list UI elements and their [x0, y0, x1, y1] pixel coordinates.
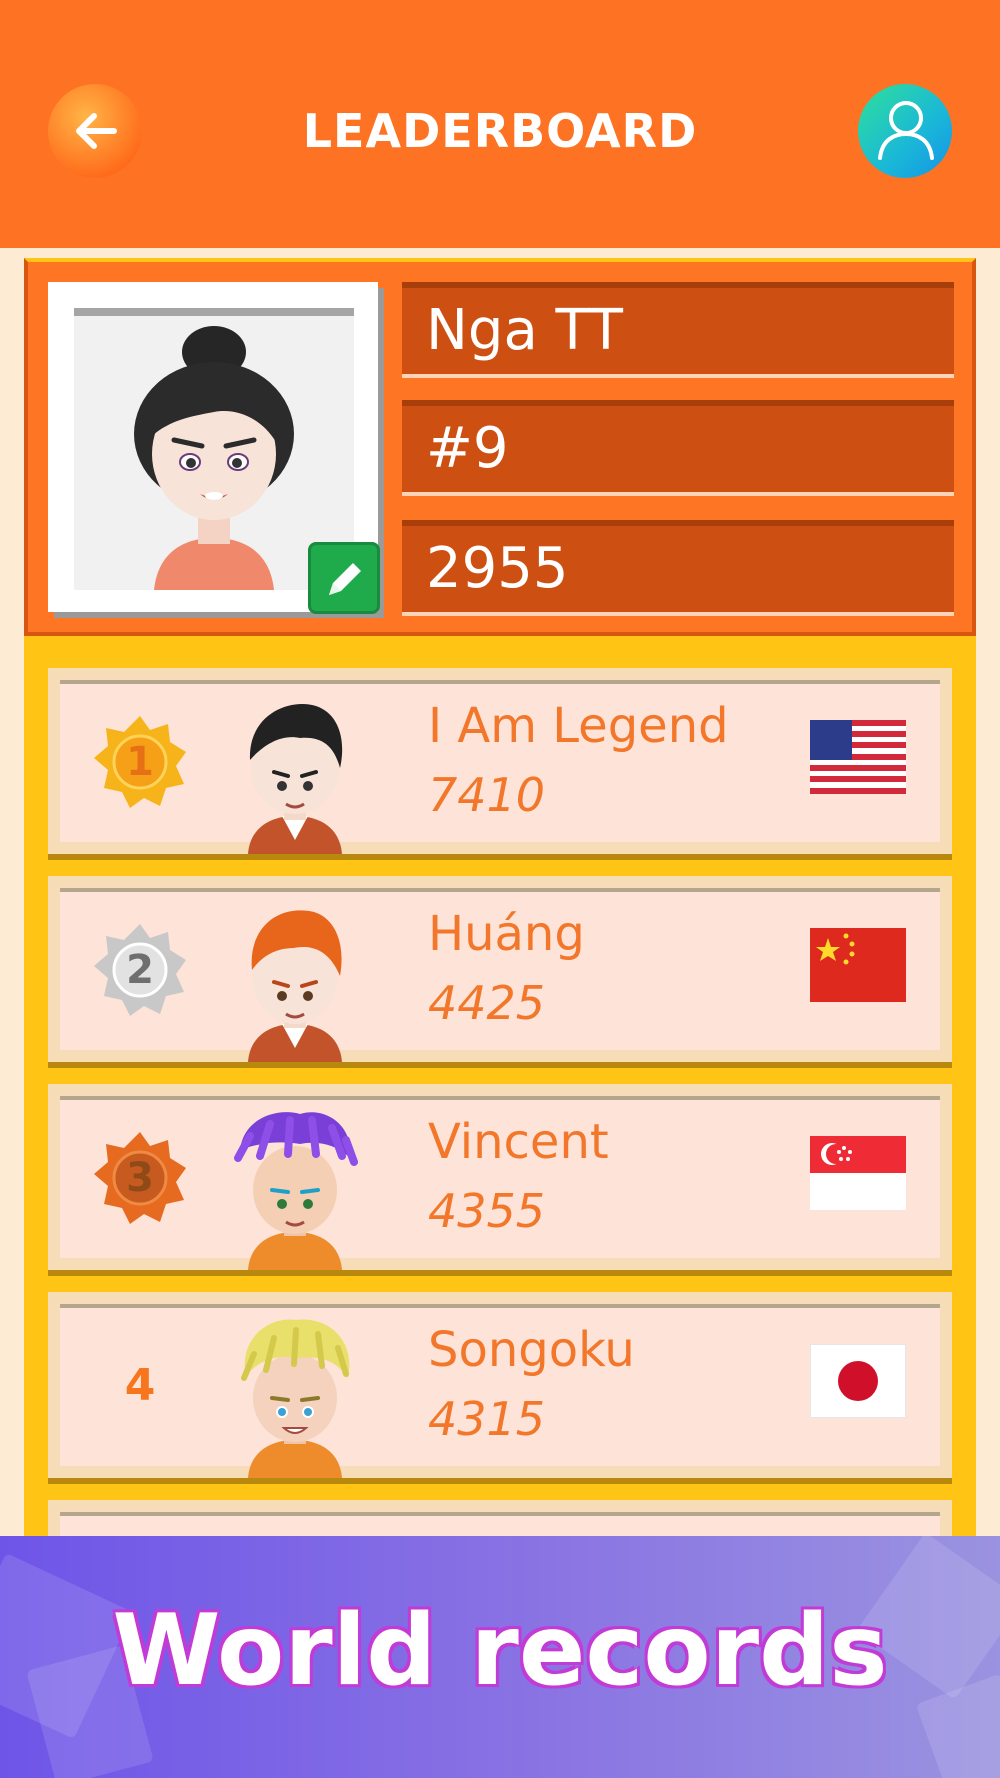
promo-text: World records [112, 1594, 888, 1708]
row-divider [48, 1270, 952, 1276]
player-avatar [248, 910, 342, 1062]
player-name: Songoku [428, 1322, 635, 1378]
header-bar: LEADERBOARD [0, 0, 1000, 248]
us-flag-icon [810, 720, 906, 794]
player-score: 4355 [428, 1184, 546, 1238]
my-rank-field: #9 [402, 400, 954, 496]
player-score: 4315 [428, 1392, 546, 1446]
profile-button[interactable] [858, 84, 952, 178]
edit-profile-button[interactable] [308, 542, 380, 614]
my-score-field: 2955 [402, 520, 954, 616]
player-avatar [234, 1112, 358, 1270]
leaderboard-row[interactable]: 1 I Am Legend 7410 [48, 668, 952, 860]
promo-banner: World records [0, 1536, 1000, 1778]
row-divider [48, 1062, 952, 1068]
japan-flag-icon [810, 1344, 906, 1418]
pencil-icon [329, 563, 361, 595]
player-avatar [248, 704, 343, 854]
leaderboard-row[interactable]: 4 Songoku 4315 [48, 1292, 952, 1484]
row-divider [48, 1478, 952, 1484]
player-name: Huáng [428, 906, 585, 962]
player-score: 4425 [428, 976, 546, 1030]
player-name: I Am Legend [428, 698, 729, 754]
rank-number: 1 [126, 739, 154, 785]
player-avatar [241, 1319, 350, 1478]
china-flag-icon [810, 928, 906, 1002]
rank-number: 2 [126, 947, 154, 993]
rank-number: 4 [124, 1360, 156, 1411]
user-icon [878, 101, 934, 160]
singapore-flag-icon [810, 1136, 906, 1210]
row-divider [48, 854, 952, 860]
my-name-field: Nga TT [402, 282, 954, 378]
player-name: Vincent [428, 1114, 609, 1170]
player-score: 7410 [428, 768, 546, 822]
leaderboard-row[interactable]: 3 Vincent 4355 [48, 1084, 952, 1276]
page-title: LEADERBOARD [302, 104, 698, 158]
rank-number: 3 [126, 1155, 154, 1201]
leaderboard-row[interactable]: 2 Huáng 4425 [48, 876, 952, 1068]
